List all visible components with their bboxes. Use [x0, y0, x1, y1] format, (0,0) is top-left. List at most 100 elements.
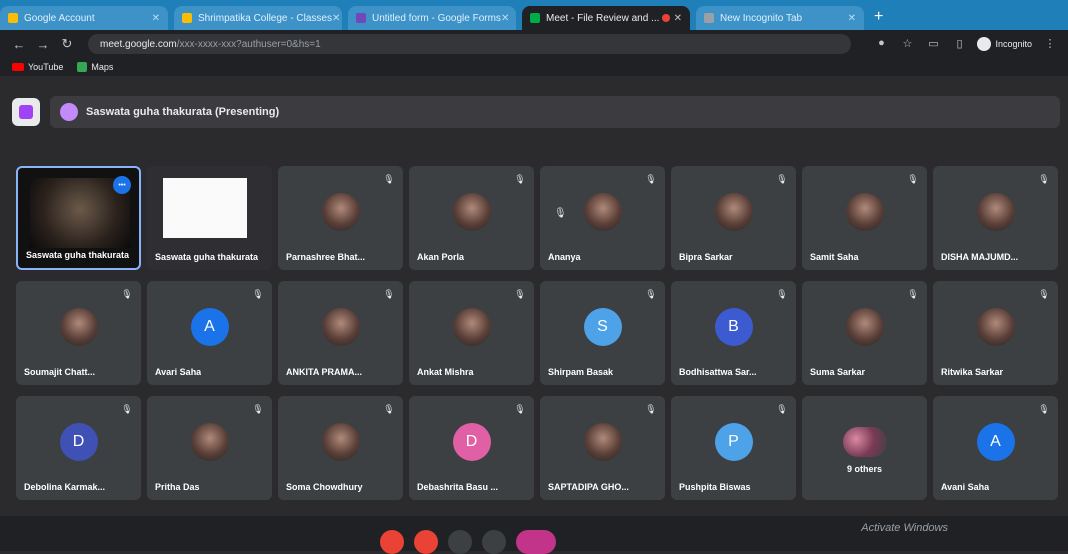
participant-name: Soma Chowdhury: [286, 482, 363, 492]
avatar: [321, 192, 360, 231]
avatar: [321, 307, 360, 346]
youtube-icon: [12, 63, 24, 71]
participant-tile[interactable]: 🎙 ANKITA PRAMA...: [278, 281, 403, 385]
avatar: A: [190, 307, 229, 346]
call-controls: [380, 530, 566, 554]
activate-windows-watermark: Activate Windows: [861, 522, 948, 534]
leave-call-button[interactable]: [516, 530, 556, 554]
participant-tile[interactable]: 🎙 Bipra Sarkar: [671, 166, 796, 270]
participant-tile[interactable]: 🎙 Pritha Das: [147, 396, 272, 500]
tab-classes[interactable]: Shrimpatika College - Classes ✕: [174, 6, 342, 30]
mic-off-icon: 🎙: [383, 174, 395, 184]
participant-name: ANKITA PRAMA...: [286, 367, 362, 377]
participant-tile[interactable]: Saswata guha thakurata: [147, 166, 272, 270]
participant-tile[interactable]: 🎙 A Avani Saha: [933, 396, 1058, 500]
new-tab-icon[interactable]: +: [874, 8, 883, 26]
participant-tile[interactable]: 🎙 Parnashree Bhat...: [278, 166, 403, 270]
avatar: P: [714, 422, 753, 461]
participant-tile[interactable]: 🎙 D Debolina Karmak...: [16, 396, 141, 500]
close-icon[interactable]: ✕: [674, 13, 682, 24]
tab-google-account[interactable]: Google Account ✕: [0, 6, 168, 30]
mic-button[interactable]: [380, 530, 404, 554]
more-options-button[interactable]: [482, 530, 506, 554]
sidepanel-icon[interactable]: ▯: [951, 37, 967, 51]
participant-tile[interactable]: 🎙 Ritwika Sarkar: [933, 281, 1058, 385]
avatar: [714, 192, 753, 231]
url-host: meet.google.com: [100, 38, 177, 50]
close-icon[interactable]: ✕: [152, 13, 160, 24]
participant-tile[interactable]: 🎙 Soma Chowdhury: [278, 396, 403, 500]
tab-forms[interactable]: Untitled form - Google Forms ✕: [348, 6, 516, 30]
participant-tile[interactable]: 🎙 B Bodhisattwa Sar...: [671, 281, 796, 385]
back-icon[interactable]: ←: [10, 37, 28, 52]
camera-button[interactable]: [414, 530, 438, 554]
bookmark-youtube[interactable]: YouTube: [12, 62, 63, 72]
participant-tile[interactable]: 🎙 DISHA MAJUMD...: [933, 166, 1058, 270]
mic-off-icon: 🎙: [514, 404, 526, 414]
participant-name: Ritwika Sarkar: [941, 367, 1004, 377]
menu-icon[interactable]: ⋮: [1042, 37, 1058, 51]
tab-incognito[interactable]: New Incognito Tab ✕: [696, 6, 864, 30]
speaking-indicator-icon: •••: [113, 176, 131, 194]
bookmark-label: YouTube: [28, 62, 64, 72]
address-bar[interactable]: meet.google.com/xxx-xxxx-xxx?authuser=0&…: [88, 34, 852, 54]
presenter-bar: Saswata guha thakurata (Presenting): [8, 92, 1060, 132]
participant-tile[interactable]: 🎙 Ankat Mishra: [409, 281, 534, 385]
close-icon[interactable]: ✕: [501, 13, 509, 24]
avatar-stack: [842, 426, 887, 457]
presenter-label: Saswata guha thakurata (Presenting): [86, 106, 280, 118]
mic-off-icon: 🎙: [1038, 289, 1050, 299]
participant-tile[interactable]: 🎙 A Avari Saha: [147, 281, 272, 385]
participant-tile[interactable]: ••• Saswata guha thakurata: [16, 166, 141, 270]
mic-off-icon: 🎙: [645, 289, 657, 299]
participant-name: Debashrita Basu ...: [417, 482, 499, 492]
participant-tile[interactable]: 🎙 Soumajit Chatt...: [16, 281, 141, 385]
mic-off-icon: 🎙: [252, 404, 264, 414]
incognito-favicon-icon: [704, 13, 714, 23]
bookmark-maps[interactable]: Maps: [77, 62, 113, 72]
participant-tile[interactable]: 🎙 🎙 Ananya: [540, 166, 665, 270]
avatar: D: [452, 422, 491, 461]
participant-name: Pushpita Biswas: [679, 482, 751, 492]
mic-off-icon: 🎙: [514, 289, 526, 299]
mic-off-icon: 🎙: [383, 404, 395, 414]
forward-icon[interactable]: →: [34, 37, 52, 52]
presenter-chip[interactable]: Saswata guha thakurata (Presenting): [50, 96, 1060, 128]
others-tile[interactable]: 9 others: [802, 396, 927, 500]
participant-tile[interactable]: 🎙 SAPTADIPA GHO...: [540, 396, 665, 500]
tab-meet[interactable]: Meet - File Review and ... ✕: [522, 6, 690, 30]
participant-name: Soumajit Chatt...: [24, 367, 96, 377]
classroom-favicon-icon: [182, 13, 192, 23]
participant-tile[interactable]: 🎙 Suma Sarkar: [802, 281, 927, 385]
participant-tile[interactable]: 🎙 D Debashrita Basu ...: [409, 396, 534, 500]
mic-off-icon: 🎙: [383, 289, 395, 299]
close-icon[interactable]: ✕: [332, 13, 340, 24]
participant-tile[interactable]: 🎙 S Shirpam Basak: [540, 281, 665, 385]
present-button[interactable]: [448, 530, 472, 554]
participant-name: SAPTADIPA GHO...: [548, 482, 629, 492]
mic-off-icon: 🎙: [776, 174, 788, 184]
bookmarks-bar: YouTube Maps: [0, 58, 1068, 76]
avatar: [60, 103, 78, 121]
maps-icon: [77, 62, 88, 72]
star-icon[interactable]: ☆: [899, 37, 915, 51]
reload-icon[interactable]: ↻: [58, 36, 76, 52]
camera-icon[interactable]: ●: [873, 37, 889, 51]
participant-tile[interactable]: 🎙 P Pushpita Biswas: [671, 396, 796, 500]
avatar: B: [714, 307, 753, 346]
participant-tile[interactable]: 🎙 Samit Saha: [802, 166, 927, 270]
mic-off-icon: 🎙: [907, 174, 919, 184]
close-icon[interactable]: ✕: [848, 13, 856, 24]
avatar: [845, 192, 884, 231]
incognito-badge[interactable]: Incognito: [977, 37, 1032, 51]
avatar: [452, 307, 491, 346]
mic-off-icon: 🎙: [121, 289, 133, 299]
meet-pin-icon[interactable]: [12, 98, 40, 126]
recording-indicator-icon: [661, 14, 670, 22]
participant-tile[interactable]: 🎙 Akan Porla: [409, 166, 534, 270]
participant-name: Suma Sarkar: [810, 367, 866, 377]
mic-off-icon: 🎙: [1038, 404, 1050, 414]
participant-name: Bipra Sarkar: [679, 252, 733, 262]
participant-name: Saswata guha thakurata: [26, 250, 130, 260]
cast-icon[interactable]: ▭: [925, 37, 941, 51]
